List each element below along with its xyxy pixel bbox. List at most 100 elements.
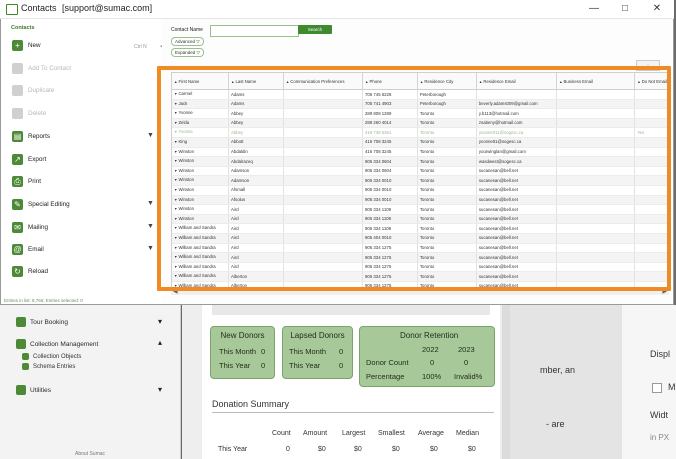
table-row[interactable]: ▼ William and Sandra Alberton 905 334 1275… — [172, 281, 670, 288]
table-cell — [283, 223, 364, 234]
close-icon[interactable]: ✕ — [648, 2, 666, 15]
table-cell — [283, 108, 364, 119]
table-cell: 905 334 1108 — [362, 223, 418, 234]
maximize-icon[interactable]: □ — [616, 2, 634, 15]
chevron-down-icon[interactable]: ▼ — [147, 200, 154, 207]
retention-year-1: 2022 — [422, 345, 439, 354]
table-cell: ▼ Yvonne — [172, 108, 229, 119]
column-header[interactable]: ▲ Last Name — [228, 73, 284, 90]
search-button[interactable]: Search — [298, 25, 332, 34]
nav-tour-booking[interactable]: Tour Booking — [16, 317, 68, 327]
print-button[interactable]: ⎙ Print — [12, 176, 41, 187]
nav-collection-objects[interactable]: Collection Objects — [22, 353, 81, 360]
expanded-toggle[interactable]: Expanded ▽ — [171, 48, 204, 57]
new-button[interactable]: + New — [12, 40, 41, 51]
table-cell: 289 808 1289 — [362, 108, 418, 119]
mailing-button[interactable]: ✉ Mailing — [12, 222, 48, 233]
table-cell: Toronto — [417, 233, 477, 244]
chevron-up-icon[interactable]: ▴ — [158, 338, 162, 347]
table-row[interactable]: ▼ Winston Afsmall 905 334 0010 Toronto sucan… — [172, 185, 670, 196]
column-chooser-button[interactable]: ⋮ — [636, 60, 660, 71]
minimize-icon[interactable]: — — [585, 2, 603, 15]
table-cell: Toronto — [417, 166, 477, 177]
cell-text: William and Sandra — [178, 263, 216, 269]
delete-label: Delete — [28, 110, 47, 117]
table-cell: 905 334 1275 — [362, 271, 418, 282]
add-to-contact-button[interactable]: Add To Contact — [12, 63, 71, 74]
table-row[interactable]: ▼ Jack Adams 705 741 4903 Peterborough bever… — [172, 99, 670, 110]
column-header[interactable]: ▲ Do Not Email — [634, 73, 670, 90]
table-row[interactable]: ▼ William and Sandra Aird 905 334 1275 Toro… — [172, 252, 670, 263]
chevron-down-icon[interactable]: ▾ — [158, 317, 162, 326]
contacts-app-icon — [6, 4, 18, 15]
horizontal-scrollbar[interactable]: ◀ ▶ — [171, 289, 669, 295]
table-cell: Toronto — [417, 271, 477, 282]
table-row[interactable]: ▼ William and Sandra Aird 905 404 0010 Toro… — [172, 233, 670, 244]
column-header[interactable]: ▲ First Name — [172, 73, 229, 90]
donor-retention-box: Donor Retention 2022 2023 Donor Count 0 … — [359, 326, 495, 387]
table-row[interactable]: ▼ Winston Afsolus 905 334 0010 Toronto sucan… — [172, 195, 670, 206]
duplicate-button[interactable]: Duplicate — [12, 85, 54, 96]
table-cell: ▼ William and Sandra — [172, 271, 229, 282]
nav-utilities[interactable]: Utilities — [16, 385, 51, 395]
reports-button[interactable]: ▤ Reports — [12, 131, 50, 142]
table-row[interactable]: ▼ King Abbott 416 708 3245 Toronto yvonnett1… — [172, 137, 670, 148]
special-editing-button[interactable]: ✎ Special Editing — [12, 199, 70, 210]
table-row[interactable]: ▼ Yvonne Abbey 416 739 5361 Toronto yvonne01… — [172, 127, 670, 138]
table-row[interactable]: ▼ Winston Adamson 905 334 0604 Toronto sucan… — [172, 166, 670, 177]
table-cell: 905 334 0010 — [362, 175, 418, 186]
donor-count-1: 0 — [430, 358, 435, 367]
table-row[interactable]: ▼ William and Sandra Alberton 905 334 1275… — [172, 271, 670, 282]
table-row[interactable]: ▼ William and Sandra Aird 905 334 1275 Toro… — [172, 243, 670, 254]
export-icon: ↗ — [12, 154, 23, 165]
table-cell — [634, 175, 670, 186]
chevron-down-icon[interactable]: ▾ — [158, 385, 162, 394]
table-cell: 905 334 0010 — [362, 195, 418, 206]
column-header[interactable]: ▲ Communication Preferences — [283, 73, 364, 90]
delete-button[interactable]: Delete — [12, 108, 46, 119]
chevron-down-icon[interactable]: ▼ — [147, 223, 154, 230]
nav-collection-management[interactable]: Collection Management — [16, 339, 98, 349]
column-header[interactable]: ▲ Phone — [362, 73, 418, 90]
email-button[interactable]: @ Email — [12, 244, 44, 255]
reload-icon: ↻ — [12, 266, 23, 277]
table-cell: sucanesan@bell.net — [476, 243, 558, 254]
checkbox[interactable] — [652, 383, 662, 393]
table-row[interactable]: ▼ Winston Aird 905 334 1108 Toronto sucanesa… — [172, 204, 670, 215]
table-row[interactable]: ▼ Yvonne Abbey 289 808 1289 Toronto y.b113@h… — [172, 108, 670, 119]
column-header[interactable]: ▲ Residence Email — [476, 73, 558, 90]
dashboard-scrollbar[interactable] — [502, 305, 510, 459]
scroll-left-icon[interactable]: ◀ — [173, 288, 178, 295]
table-cell: 289 260 4014 — [362, 118, 418, 129]
chevron-down-icon[interactable]: ▼ — [147, 245, 154, 252]
export-button[interactable]: ↗ Export — [12, 154, 46, 165]
table-cell — [556, 233, 636, 244]
table-row[interactable]: ▼ Winston Aird 905 334 1108 Toronto sucanesa… — [172, 214, 670, 225]
column-header[interactable]: ▲ Residence City — [417, 73, 477, 90]
nav-schema-entries[interactable]: Schema Entries — [22, 363, 75, 370]
table-row[interactable]: ▼ Winston Abdaldin 416 708 3245 Toronto your… — [172, 147, 670, 158]
reload-button[interactable]: ↻ Reload — [12, 266, 48, 277]
duplicate-label: Duplicate — [28, 87, 55, 94]
table-cell: Abdalrazeq — [228, 156, 284, 167]
table-cell — [634, 166, 670, 177]
table-cell: Adamson — [228, 175, 284, 186]
new-donors-title: New Donors — [220, 331, 265, 340]
table-cell — [283, 137, 364, 148]
table-cell: Toronto — [417, 156, 477, 167]
table-row[interactable]: ▼ William and Sandra Aird 905 334 1108 Toro… — [172, 223, 670, 234]
advanced-toggle[interactable]: Advanced ▽ — [171, 37, 204, 46]
table-row[interactable]: ▼ Winston Adamson 905 334 0010 Toronto sucan… — [172, 175, 670, 186]
chevron-down-icon[interactable]: ▼ — [147, 132, 154, 139]
divider — [212, 412, 494, 413]
column-header[interactable]: ▲ Business Email — [556, 73, 636, 90]
col-count: Count — [272, 430, 291, 437]
table-row[interactable]: ▼ William and Sandra Aird 905 334 1275 Toro… — [172, 262, 670, 273]
table-cell — [476, 89, 558, 100]
about-link[interactable]: About Sumac — [75, 451, 105, 457]
contact-name-input[interactable] — [210, 25, 299, 37]
table-row[interactable]: ▼ Carmel Adams 705 745 6228 Peterborough — [172, 89, 670, 100]
table-row[interactable]: ▼ Winston Abdalrazeq 905 334 0604 Toronto wa… — [172, 156, 670, 167]
table-row[interactable]: ▼ Zelda Abbey 289 260 4014 Toronto zsabeny@h… — [172, 118, 670, 129]
scroll-right-icon[interactable]: ▶ — [662, 288, 667, 295]
